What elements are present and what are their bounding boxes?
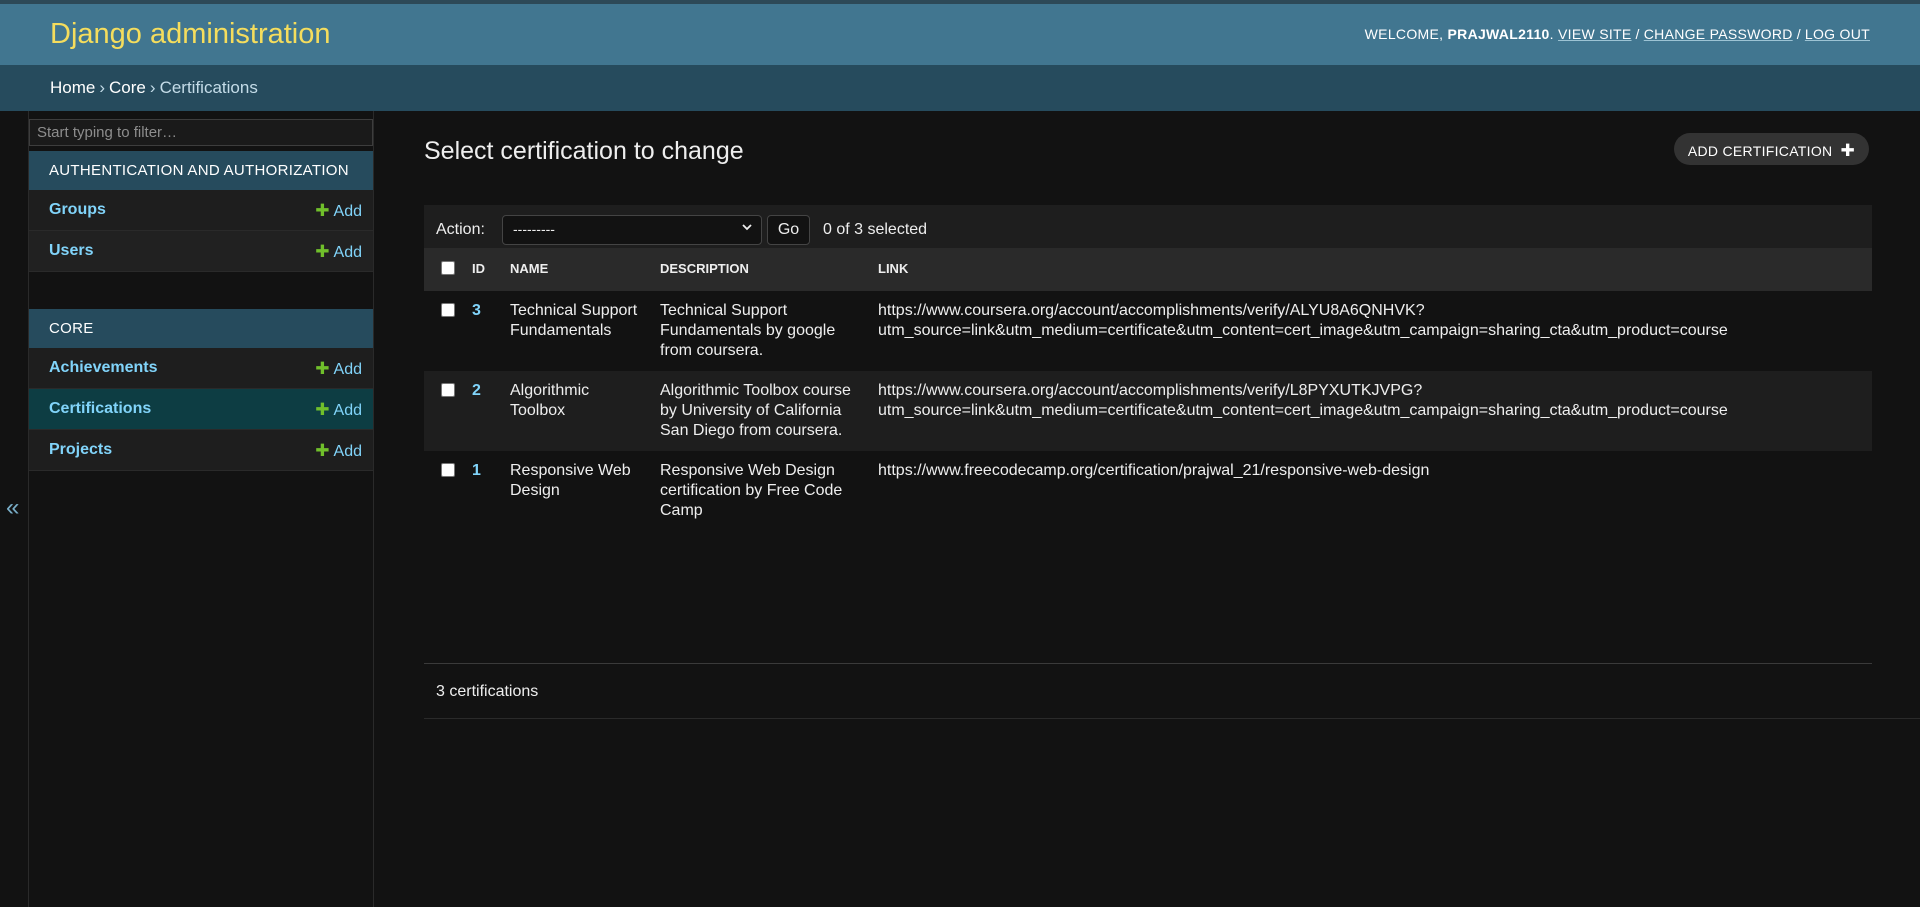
row-name: Technical Support Fundamentals [502, 290, 652, 371]
row-description: Algorithmic Toolbox course by University… [652, 370, 870, 451]
add-group-link[interactable]: ✚ Add [315, 201, 362, 221]
row-id-link[interactable]: 2 [472, 382, 481, 399]
plus-icon: ✚ [315, 400, 330, 419]
plus-icon: ✚ [1840, 141, 1855, 160]
action-label: Action: [436, 221, 485, 238]
sidebar-item-achievements: Achievements ✚ Add [29, 348, 373, 389]
page-title: Select certification to change [424, 137, 744, 165]
toggle-nav-sidebar[interactable]: « [0, 111, 29, 907]
breadcrumb-home[interactable]: Home [50, 78, 95, 97]
sidebar-item-certifications: Certifications ✚ Add [29, 389, 373, 430]
plus-icon: ✚ [315, 201, 330, 220]
column-header-link[interactable]: Link [870, 248, 1872, 291]
breadcrumb: Home › Core › Certifications [0, 65, 1920, 111]
table-row: 2 Algorithmic Toolbox Algorithmic Toolbo… [424, 370, 1872, 451]
row-checkbox[interactable] [441, 462, 455, 477]
row-link: https://www.coursera.org/account/accompl… [870, 370, 1872, 451]
sidebar-item-projects: Projects ✚ Add [29, 430, 373, 471]
paginator: 3 certifications [424, 664, 1920, 719]
select-all-column [424, 248, 464, 291]
plus-icon: ✚ [315, 242, 330, 261]
sidebar-item-achievements-link[interactable]: Achievements [49, 359, 158, 376]
action-select[interactable]: --------- [502, 215, 762, 245]
add-certification-button[interactable]: Add certification ✚ [1673, 133, 1869, 165]
table-row: 1 Responsive Web Design Responsive Web D… [424, 450, 1872, 531]
sidebar-item-certifications-link[interactable]: Certifications [49, 400, 151, 417]
sidebar-item-users-link[interactable]: Users [49, 242, 93, 259]
row-description: Responsive Web Design certification by F… [652, 450, 870, 531]
sidebar-item-groups: Groups ✚ Add [29, 190, 373, 231]
row-checkbox[interactable] [441, 302, 455, 317]
add-certification-link[interactable]: ✚ Add [315, 400, 362, 420]
go-button[interactable]: Go [767, 215, 810, 245]
sidebar-item-projects-link[interactable]: Projects [49, 441, 112, 458]
column-header-description[interactable]: Description [652, 248, 870, 291]
app-caption-core[interactable]: Core [29, 309, 373, 348]
table-row: 3 Technical Support Fundamentals Technic… [424, 290, 1872, 371]
plus-icon: ✚ [315, 359, 330, 378]
result-list-table: ID Name Description Link 3 Technical Sup… [424, 248, 1872, 531]
row-description: Technical Support Fundamentals by google… [652, 290, 870, 371]
sidebar-item-users: Users ✚ Add [29, 231, 373, 272]
add-project-link[interactable]: ✚ Add [315, 441, 362, 461]
change-password-link[interactable]: Change password [1644, 26, 1793, 42]
app-caption-auth[interactable]: Authentication and Authorization [29, 151, 373, 190]
user-tools: Welcome, prajwal2110. View site / Change p… [1364, 26, 1870, 42]
main-content: Select certification to change Add certi… [375, 111, 1920, 907]
table-header-row: ID Name Description Link [424, 248, 1872, 291]
selection-counter: 0 of 3 selected [823, 221, 928, 238]
add-user-link[interactable]: ✚ Add [315, 242, 362, 262]
row-name: Responsive Web Design [502, 450, 652, 531]
view-site-link[interactable]: View site [1558, 26, 1632, 42]
column-header-id[interactable]: ID [464, 248, 502, 291]
nav-sidebar: Authentication and Authorization Groups … [29, 111, 374, 907]
action-selected-value: --------- [513, 221, 555, 237]
site-branding[interactable]: Django administration [50, 18, 330, 51]
row-id-link[interactable]: 3 [472, 302, 481, 319]
select-all-checkbox[interactable] [441, 261, 455, 276]
site-header: Django administration Welcome, prajwal21… [0, 0, 1920, 65]
row-link: https://www.freecodecamp.org/certificati… [870, 450, 1872, 531]
log-out-link[interactable]: Log out [1805, 26, 1870, 42]
breadcrumb-core[interactable]: Core [109, 78, 146, 97]
username: prajwal2110 [1447, 26, 1550, 42]
collapse-sidebar-icon[interactable]: « [6, 496, 19, 520]
row-name: Algorithmic Toolbox [502, 370, 652, 451]
nav-filter-input[interactable] [29, 119, 373, 146]
plus-icon: ✚ [315, 441, 330, 460]
sidebar-item-groups-link[interactable]: Groups [49, 201, 106, 218]
row-link: https://www.coursera.org/account/accompl… [870, 290, 1872, 371]
add-achievement-link[interactable]: ✚ Add [315, 359, 362, 379]
column-header-name[interactable]: Name [502, 248, 652, 291]
row-checkbox[interactable] [441, 382, 455, 397]
row-id-link[interactable]: 1 [472, 462, 481, 479]
chevron-down-icon [741, 221, 753, 236]
breadcrumb-current: Certifications [159, 78, 258, 97]
welcome-text: Welcome, [1364, 26, 1444, 42]
